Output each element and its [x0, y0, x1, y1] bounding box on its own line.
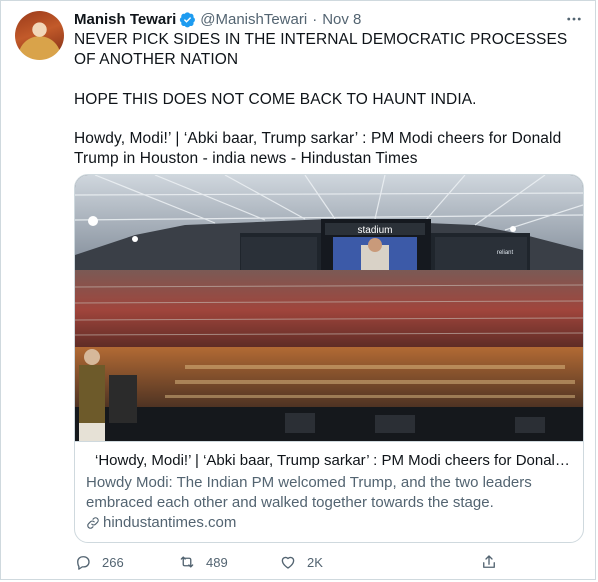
- author-name[interactable]: Manish Tewari: [74, 11, 176, 28]
- tweet-text-line2: HOPE THIS DOES NOT COME BACK TO HAUNT IN…: [74, 91, 477, 108]
- header-separator: ·: [312, 10, 318, 28]
- card-title[interactable]: ‘Howdy, Modi!’ | ‘Abki baar, Trump sarka…: [95, 451, 571, 471]
- tweet-actions: 266 489 2K: [74, 550, 514, 574]
- tweet-text-line3: Howdy, Modi!’ | ‘Abki baar, Trump sarkar…: [74, 130, 562, 167]
- retweet-count: 489: [206, 554, 228, 570]
- more-icon[interactable]: [562, 7, 586, 31]
- retweet-button[interactable]: 489: [178, 553, 228, 571]
- retweet-icon: [180, 556, 194, 568]
- tweet-text-line1: NEVER PICK SIDES IN THE INTERNAL DEMOCRA…: [74, 31, 568, 68]
- tweet[interactable]: Manish Tewari @ManishTewari · Nov 8 NEVE…: [0, 0, 596, 580]
- like-icon: [281, 556, 295, 569]
- link-icon: [87, 517, 99, 529]
- card-domain[interactable]: hindustantimes.com: [86, 513, 583, 533]
- like-button[interactable]: 2K: [279, 553, 323, 571]
- tweet-content: Manish Tewari @ManishTewari · Nov 8 NEVE…: [74, 9, 586, 543]
- tweet-date[interactable]: Nov 8: [322, 11, 361, 28]
- like-count: 2K: [307, 554, 323, 570]
- screen-brand-text: reliant: [497, 250, 514, 256]
- verified-badge-icon: [180, 11, 196, 27]
- reply-count: 266: [102, 554, 124, 570]
- tweet-header: Manish Tewari @ManishTewari · Nov 8: [74, 9, 586, 29]
- stadium-image: stadium reliant: [75, 175, 583, 441]
- card-description: Howdy Modi: The Indian PM welcomed Trump…: [86, 474, 532, 511]
- avatar[interactable]: [15, 11, 64, 60]
- screen-stadium-text: stadium: [357, 225, 392, 236]
- card-domain-text: hindustantimes.com: [103, 514, 237, 531]
- link-preview-card[interactable]: stadium reliant ‘Howdy, Modi!’ | ‘Abki b…: [74, 174, 584, 543]
- author-handle[interactable]: @ManishTewari: [200, 11, 307, 28]
- reply-icon: [77, 556, 90, 570]
- share-icon: [483, 555, 495, 568]
- card-body: ‘Howdy, Modi!’ | ‘Abki baar, Trump sarka…: [75, 441, 583, 533]
- share-button[interactable]: [480, 553, 498, 571]
- reply-button[interactable]: 266: [74, 553, 124, 571]
